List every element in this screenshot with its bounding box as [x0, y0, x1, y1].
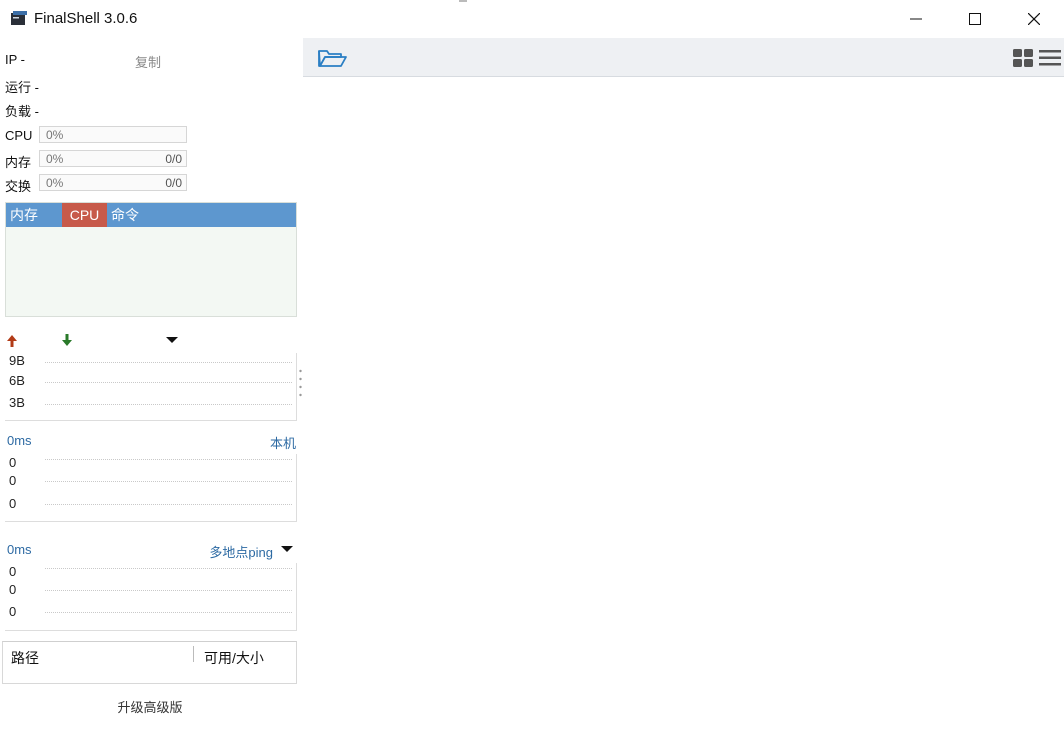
- memory-meter: 0% 0/0: [39, 150, 187, 167]
- grid-line: [45, 404, 292, 405]
- network-y-label: 3B: [9, 395, 25, 410]
- grid-line: [45, 612, 292, 613]
- latency-y-label: 0: [9, 582, 17, 597]
- grid-line: [45, 590, 292, 591]
- close-button[interactable]: [1005, 0, 1063, 38]
- window-title: FinalShell 3.0.6: [34, 10, 138, 27]
- cpu-percent: 0%: [46, 128, 64, 142]
- cpu-meter: 0%: [39, 126, 187, 143]
- grid-line: [45, 504, 292, 505]
- drag-grip[interactable]: [459, 0, 467, 2]
- cpu-label: CPU: [5, 128, 33, 143]
- maximize-button[interactable]: [946, 0, 1004, 38]
- memory-percent: 0%: [46, 152, 64, 166]
- process-tabs: 内存 CPU 命令: [6, 203, 296, 227]
- file-toolbar: [303, 38, 1064, 77]
- swap-label: 交换: [5, 179, 32, 194]
- multi-ping-label[interactable]: 多地点ping: [209, 542, 273, 561]
- latency-y-label: 0: [9, 564, 17, 579]
- latency-y-label: 0: [9, 496, 17, 511]
- ip-label: IP -: [5, 52, 25, 67]
- upload-arrow-icon: [7, 335, 17, 347]
- tab-command[interactable]: 命令: [107, 203, 143, 227]
- grid-line: [45, 481, 292, 482]
- resize-handle[interactable]: [299, 368, 302, 402]
- grid-line: [45, 459, 292, 460]
- swap-meter: 0% 0/0: [39, 174, 187, 191]
- minimize-icon: [910, 18, 922, 20]
- upgrade-link[interactable]: 升级高级版: [0, 697, 300, 716]
- process-table: 内存 CPU 命令: [5, 202, 297, 317]
- swap-percent: 0%: [46, 176, 64, 190]
- column-divider[interactable]: [193, 646, 194, 662]
- local-target-label[interactable]: 本机: [270, 433, 296, 452]
- latency-y-label: 0: [9, 604, 17, 619]
- list-view-icon[interactable]: [1039, 49, 1061, 67]
- app-terminal-icon: [11, 11, 27, 25]
- local-latency-ms: 0ms: [7, 433, 32, 448]
- memory-ratio: 0/0: [165, 152, 182, 166]
- local-latency-chart: 0 0 0: [5, 454, 297, 522]
- copy-ip-button[interactable]: 复制: [135, 52, 161, 71]
- network-chart: 9B 6B 3B: [5, 353, 297, 421]
- memory-label: 内存: [5, 155, 32, 170]
- tab-memory[interactable]: 内存: [6, 203, 42, 227]
- latency-y-label: 0: [9, 473, 17, 488]
- disk-table: 路径 可用/大小: [2, 641, 297, 684]
- file-list-area[interactable]: [303, 77, 1064, 733]
- maximize-icon: [969, 13, 981, 25]
- uptime-label: 运行 -: [5, 80, 39, 95]
- network-y-label: 6B: [9, 373, 25, 388]
- load-label: 负载 -: [5, 104, 39, 119]
- network-y-label: 9B: [9, 353, 25, 368]
- grid-line: [45, 568, 292, 569]
- swap-ratio: 0/0: [165, 176, 182, 190]
- disk-size-header[interactable]: 可用/大小: [204, 648, 264, 668]
- latency-y-label: 0: [9, 455, 17, 470]
- disk-path-header[interactable]: 路径: [11, 648, 39, 668]
- download-arrow-icon: [62, 334, 72, 346]
- open-folder-icon[interactable]: [317, 46, 347, 70]
- multi-latency-chart: 0 0 0: [5, 563, 297, 631]
- network-interface-dropdown-icon[interactable]: [165, 335, 179, 345]
- status-panel: IP - 复制 运行 - 负载 - CPU 0% 内存 0% 0/0 交换 0%…: [0, 38, 303, 733]
- close-icon: [1028, 13, 1040, 25]
- grid-view-icon[interactable]: [1013, 49, 1033, 67]
- title-bar: FinalShell 3.0.6: [0, 0, 1064, 38]
- grid-line: [45, 382, 292, 383]
- grid-line: [45, 362, 292, 363]
- multi-latency-ms: 0ms: [7, 542, 32, 557]
- multi-ping-dropdown-icon[interactable]: [280, 544, 294, 554]
- tab-cpu[interactable]: CPU: [62, 203, 107, 227]
- minimize-button[interactable]: [887, 0, 945, 38]
